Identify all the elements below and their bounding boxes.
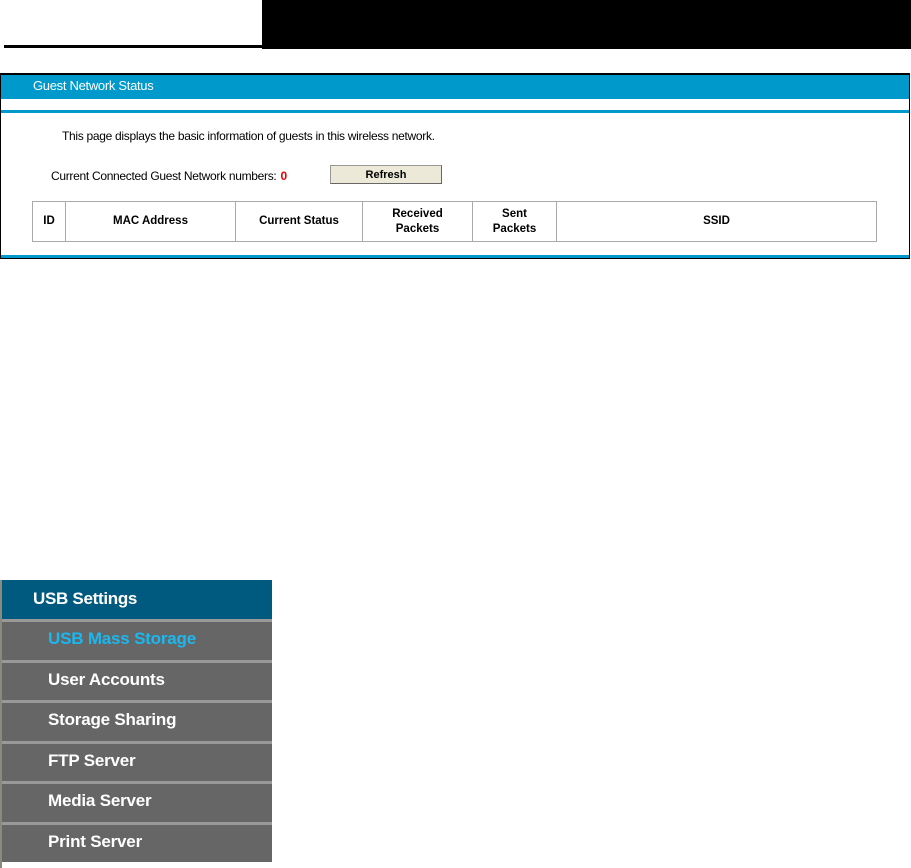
panel-title: Guest Network Status: [1, 75, 909, 99]
page-description: This page displays the basic information…: [62, 129, 435, 143]
sidebar-menu: USB Settings USB Mass Storage User Accou…: [0, 580, 272, 868]
sidebar-item-ftp-server[interactable]: FTP Server: [2, 740, 272, 781]
guest-count-label: Current Connected Guest Network numbers:: [51, 169, 277, 183]
guest-network-status-panel: Guest Network Status This page displays …: [0, 73, 910, 259]
sidebar-item-print-server[interactable]: Print Server: [2, 821, 272, 862]
panel-bottom-line: [1, 255, 909, 258]
panel-title-strip: [1, 99, 909, 113]
divider: [4, 45, 264, 48]
col-ssid: SSID: [556, 201, 877, 242]
sidebar-header-usb-settings[interactable]: USB Settings: [2, 580, 272, 619]
col-id: ID: [32, 201, 66, 242]
sidebar-item-user-accounts[interactable]: User Accounts: [2, 659, 272, 700]
col-sent-packets: Sent Packets: [472, 201, 557, 242]
sidebar-item-usb-mass-storage[interactable]: USB Mass Storage: [2, 619, 272, 660]
guest-count-row: Current Connected Guest Network numbers:…: [51, 169, 287, 183]
refresh-button[interactable]: Refresh: [330, 165, 442, 184]
col-current-status: Current Status: [235, 201, 363, 242]
guest-count-value: 0: [280, 169, 287, 183]
guest-table: ID MAC Address Current Status Received P…: [32, 201, 877, 242]
table-header-row: ID MAC Address Current Status Received P…: [32, 201, 877, 242]
col-received-packets: Received Packets: [362, 201, 473, 242]
top-banner: [262, 0, 911, 49]
col-mac-address: MAC Address: [65, 201, 236, 242]
sidebar-item-storage-sharing[interactable]: Storage Sharing: [2, 700, 272, 741]
sidebar-item-media-server[interactable]: Media Server: [2, 781, 272, 822]
